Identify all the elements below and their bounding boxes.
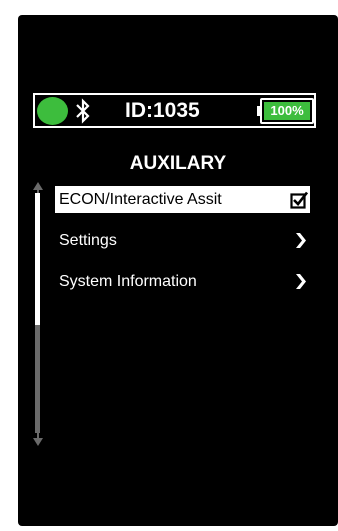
status-bar: ID:1035 100% bbox=[33, 93, 316, 128]
checkbox-checked-icon[interactable] bbox=[290, 191, 308, 209]
chevron-right-icon bbox=[296, 274, 306, 289]
scrollbar-track[interactable] bbox=[35, 193, 40, 433]
bluetooth-icon bbox=[76, 98, 90, 124]
menu-item-econ-interactive-assist[interactable]: ECON/Interactive Assit bbox=[55, 186, 310, 213]
menu-item-label: Settings bbox=[59, 232, 117, 249]
battery-percentage: 100% bbox=[270, 103, 304, 118]
menu-title: AUXILARY bbox=[129, 153, 227, 174]
menu-item-label: ECON/Interactive Assit bbox=[59, 191, 222, 208]
battery-icon: 100% bbox=[257, 98, 315, 124]
scrollbar-thumb[interactable] bbox=[35, 193, 40, 325]
device-id: ID:1035 bbox=[125, 99, 200, 122]
arrow-up-icon[interactable] bbox=[32, 181, 44, 193]
menu-item-label: System Information bbox=[59, 273, 197, 290]
arrow-down-icon[interactable] bbox=[32, 433, 44, 447]
device-screen: ID:1035 100% AUXILARY ECON/Interactive A… bbox=[18, 15, 338, 526]
connection-status-icon bbox=[37, 97, 68, 125]
menu-item-settings[interactable]: Settings bbox=[55, 227, 310, 254]
battery-fill: 100% bbox=[264, 102, 310, 120]
menu-item-system-information[interactable]: System Information bbox=[55, 268, 310, 295]
battery-body: 100% bbox=[260, 98, 314, 124]
chevron-right-icon bbox=[296, 233, 306, 248]
